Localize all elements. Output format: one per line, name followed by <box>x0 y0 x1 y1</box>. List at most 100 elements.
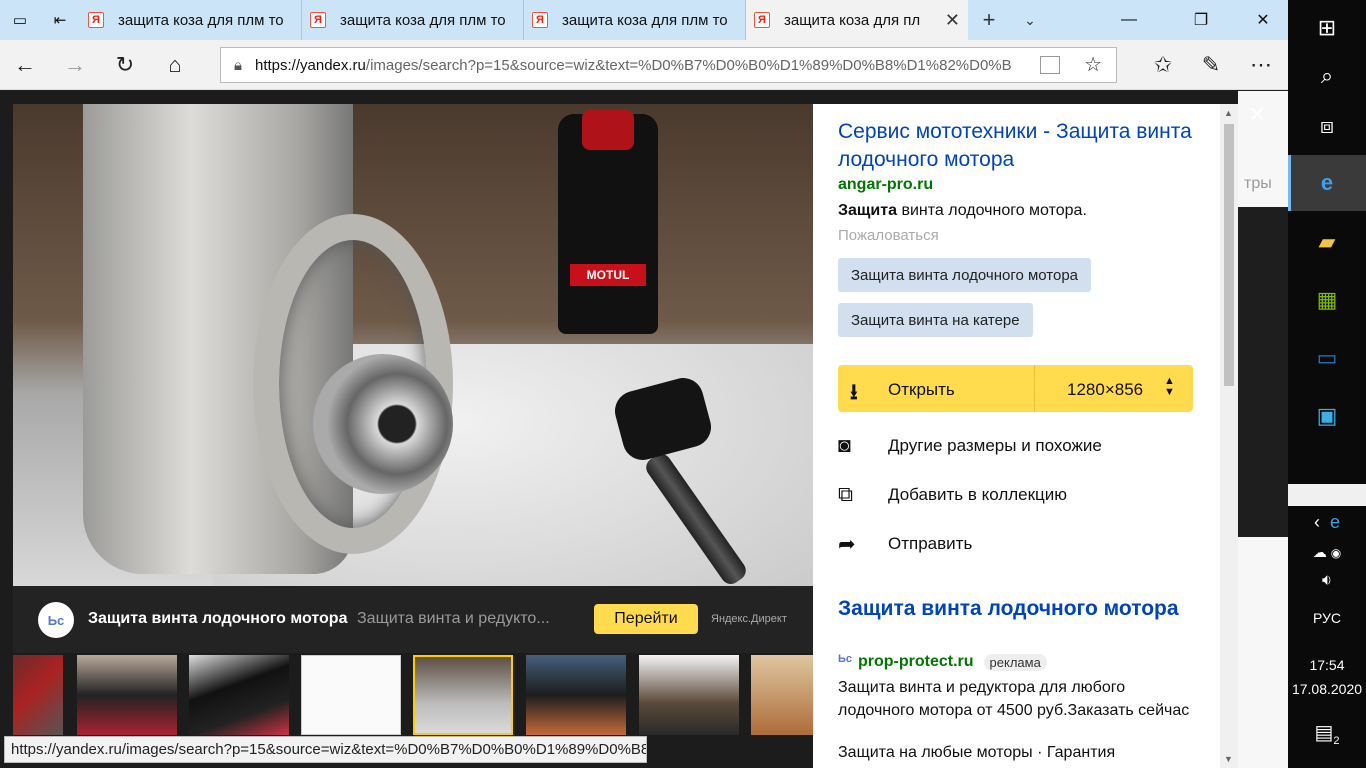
favorites-hub-icon[interactable]: ✩ <box>1140 40 1186 90</box>
share-action[interactable]: ➦ Отправить <box>838 529 972 559</box>
lock-icon[interactable]: 🔒︎ <box>221 57 255 74</box>
add-to-collection-action[interactable]: ⧉ Добавить в коллекцию <box>838 480 1067 510</box>
reading-view-icon[interactable] <box>1040 56 1060 74</box>
action-label: Другие размеры и похожие <box>888 436 1102 455</box>
thumbnail[interactable] <box>751 655 813 735</box>
yandex-favicon-icon: Я <box>754 12 770 28</box>
close-window-icon[interactable]: ✕ <box>1240 0 1286 40</box>
ad-text[interactable]: Защита винта и редукто... <box>357 610 557 628</box>
cloud-sync-error-icon[interactable]: ☁ ◉ <box>1288 544 1366 561</box>
clock-date[interactable]: 17.08.2020 <box>1288 681 1366 697</box>
browser-tab[interactable]: Я защита коза для плм то <box>80 0 302 40</box>
ad-result-text: Защита винта и редуктора для любого лодо… <box>838 679 1190 719</box>
messaging-app-icon[interactable]: ▣ <box>1288 388 1366 444</box>
clock-time[interactable]: 17:54 <box>1288 657 1366 673</box>
new-tab-icon[interactable]: + <box>968 0 1010 40</box>
more-menu-icon[interactable]: ⋯ <box>1238 40 1284 90</box>
minimize-icon[interactable]: — <box>1106 0 1152 40</box>
search-icon[interactable]: ⌕ <box>1288 48 1366 104</box>
back-icon[interactable]: ← <box>2 40 48 90</box>
browser-tab-active[interactable]: Я защита коза для пл ✕ <box>746 0 968 40</box>
main-image[interactable]: MOTUL <box>13 104 813 586</box>
ad-result-source: Ьс prop-protect.ru реклама <box>838 653 1047 671</box>
background-page-edge: тры <box>1238 91 1288 768</box>
edge-icon[interactable]: e <box>1288 155 1366 211</box>
tab-title: защита коза для пл <box>784 11 921 29</box>
ad-result-title-link[interactable]: Защита винта лодочного мотора <box>838 594 1198 623</box>
close-tab-icon[interactable]: ✕ <box>945 10 960 31</box>
address-url[interactable]: https://yandex.ru/images/search?p=15&sou… <box>255 57 1025 74</box>
thumbnail[interactable] <box>189 655 289 735</box>
navigation-bar: ← → ↻ ⌂ 🔒︎ https://yandex.ru/images/sear… <box>0 40 1288 90</box>
favorite-star-icon[interactable]: ☆ <box>1084 52 1102 77</box>
bottle-label: MOTUL <box>570 264 646 286</box>
sort-arrows-icon[interactable]: ▲ ▼ <box>1164 376 1175 398</box>
image-info-panel: Сервис мототехники - Защита винта лодочн… <box>813 104 1238 768</box>
input-language[interactable]: РУС <box>1288 610 1366 626</box>
thumbnail[interactable] <box>526 655 626 735</box>
ad-result-sitelinks[interactable]: Защита на любые моторы · Гарантия <box>838 744 1115 762</box>
status-url-tooltip: https://yandex.ru/images/search?p=15&sou… <box>4 736 647 763</box>
ad-bar: Ьс Защита винта лодочного мотора Защита … <box>13 586 813 653</box>
thumbnail[interactable] <box>77 655 177 735</box>
ad-logo-icon[interactable]: Ьс <box>38 602 74 638</box>
collection-icon: ⧉ <box>838 483 853 506</box>
close-viewer-icon[interactable]: × <box>1249 100 1265 128</box>
browser-tab[interactable]: Я защита коза для плм то <box>302 0 524 40</box>
notifications-icon[interactable]: ▤2 <box>1288 720 1366 747</box>
page-content: тры MOTUL Ьс Защита винта лодочного мото… <box>0 91 1288 768</box>
set-aside-tabs-icon[interactable]: ⇤ <box>40 0 80 40</box>
camera-icon: ◙ <box>838 434 851 457</box>
report-link[interactable]: Пожаловаться <box>838 227 939 244</box>
ad-title[interactable]: Защита винта лодочного мотора <box>88 610 347 628</box>
volume-icon[interactable]: 🔉︎ <box>1288 572 1366 590</box>
yandex-favicon-icon: Я <box>310 12 326 28</box>
thumbnail[interactable] <box>301 655 401 735</box>
source-title-link[interactable]: Сервис мототехники - Защита винта лодочн… <box>838 118 1198 174</box>
open-label: Открыть <box>888 380 955 399</box>
windows-taskbar: ⊞ ⌕ ⧈ e ▰ ▦ ▭ ▣ ‹ e ☁ ◉ 🔉︎ РУС 17:54 17.… <box>1288 0 1366 768</box>
store-icon[interactable]: ▦ <box>1288 272 1366 328</box>
panel-scrollbar[interactable]: ▲ ▼ <box>1220 104 1238 768</box>
tab-actions-icon[interactable]: ▭ <box>0 0 40 40</box>
download-icon: ⭳ <box>850 379 858 404</box>
browser-tab[interactable]: Я защита коза для плм то <box>524 0 746 40</box>
thumbnail[interactable] <box>639 655 739 735</box>
open-image-button[interactable]: ⭳ Открыть 1280×856 ▲ ▼ <box>838 365 1193 412</box>
ad-domain-link[interactable]: prop-protect.ru <box>858 653 974 671</box>
ad-go-button[interactable]: Перейти <box>594 604 698 634</box>
thumbnail-active[interactable] <box>413 655 513 735</box>
tab-title: защита коза для плм то <box>562 11 728 29</box>
home-icon[interactable]: ⌂ <box>152 40 198 90</box>
computer-app-icon[interactable]: ▭ <box>1288 330 1366 386</box>
scroll-down-icon[interactable]: ▼ <box>1224 754 1233 764</box>
restore-icon[interactable]: ❐ <box>1178 0 1224 40</box>
page-horizontal-scrollbar[interactable] <box>1288 484 1366 506</box>
similar-images-action[interactable]: ◙ Другие размеры и похожие <box>838 431 1102 461</box>
related-tag-button[interactable]: Защита винта лодочного мотора <box>838 258 1092 292</box>
thumbnail[interactable] <box>13 655 63 735</box>
task-view-icon[interactable]: ⧈ <box>1288 98 1366 154</box>
pen-notes-icon[interactable]: ✎ <box>1188 40 1234 90</box>
related-tag-button[interactable]: Защита винта на катере <box>838 303 1033 337</box>
yandex-favicon-icon: Я <box>532 12 548 28</box>
tray-expand-chevron-icon[interactable]: ‹ e <box>1288 512 1366 533</box>
tab-title: защита коза для плм то <box>340 11 506 29</box>
tab-preview-chevron-icon[interactable]: ⌄ <box>1010 0 1050 40</box>
share-icon: ➦ <box>838 532 856 556</box>
address-bar[interactable]: 🔒︎ https://yandex.ru/images/search?p=15&… <box>220 47 1117 83</box>
ad-badge: реклама <box>983 653 1047 671</box>
source-domain-link[interactable]: angar-pro.ru <box>838 176 933 194</box>
file-explorer-icon[interactable]: ▰ <box>1288 214 1366 270</box>
ad-source[interactable]: Яндекс.Директ <box>711 613 787 625</box>
scrollbar-thumb[interactable] <box>1224 124 1234 386</box>
refresh-icon[interactable]: ↻ <box>102 40 148 90</box>
background-text-fragment: тры <box>1244 175 1272 192</box>
yandex-favicon-icon: Я <box>88 12 104 28</box>
source-description: Защита винта лодочного мотора. <box>838 202 1087 219</box>
oil-bottle-shape: MOTUL <box>558 110 658 334</box>
forward-icon[interactable]: → <box>52 40 98 90</box>
action-label: Добавить в коллекцию <box>888 485 1068 504</box>
image-size-select[interactable]: 1280×856 <box>1067 380 1143 400</box>
scroll-up-icon[interactable]: ▲ <box>1224 108 1233 118</box>
